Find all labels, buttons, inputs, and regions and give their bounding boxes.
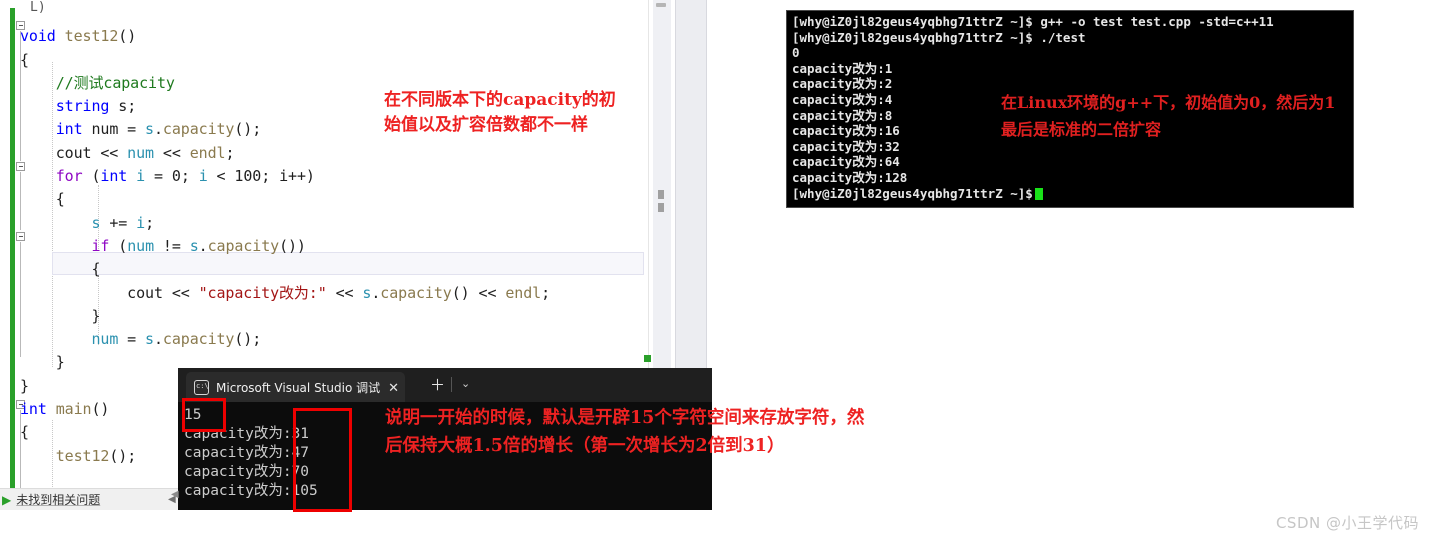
close-icon[interactable]: ✕: [388, 381, 399, 394]
code-line-9: s += i;: [91, 213, 154, 232]
editor-saved-marker: [644, 355, 651, 362]
terminal-line-10: capacity改为:64: [792, 154, 900, 170]
console-tab[interactable]: Microsoft Visual Studio 调试 ✕: [186, 372, 406, 402]
console-line-5: capacity改为:105: [184, 483, 318, 499]
terminal-line-3: 0: [792, 45, 800, 61]
terminal-prompt-line: [why@iZ0jl82geus4yqbhg71ttrZ ~]$: [787, 186, 1353, 202]
code-line-8: {: [20, 190, 65, 209]
editor-annotation: 在不同版本下的capacity的初 始值以及扩容倍数都不一样: [384, 90, 616, 135]
code-line-11: {: [20, 260, 101, 279]
code-line-14: num = s.capacity();: [91, 330, 262, 349]
terminal-line-2: [why@iZ0jl82geus4yqbhg71ttrZ ~]$ ./test: [792, 29, 1086, 45]
console-annotation: 说明一开始的时候，默认是开辟15个字符空间来存放字符，然 后保持大概1.5倍的增…: [385, 408, 865, 456]
editor-scroll-thumb[interactable]: [656, 3, 666, 7]
csdn-watermark: CSDN @小王学代码: [1275, 514, 1419, 532]
console-tab-strip[interactable]: Microsoft Visual Studio 调试 ✕ ＋ ⌄: [178, 368, 712, 402]
terminal-line-4: capacity改为:1: [792, 60, 893, 76]
terminal-cursor: [1034, 187, 1043, 200]
code-line-7: for (int i = 0; i < 100; i++): [55, 167, 315, 186]
code-line-1: void test12(): [20, 27, 137, 46]
editor-scroll-markers: [658, 190, 664, 216]
screenshot-root: L) void test12(){ //测试capacity string s;…: [0, 0, 1431, 541]
unsaved-changes-bar: [10, 8, 15, 500]
play-icon: ▶: [2, 492, 12, 507]
terminal-prompt: [why@iZ0jl82geus4yqbhg71ttrZ ~]$: [792, 185, 1033, 201]
console-scroll-left-icon[interactable]: ◀: [171, 489, 179, 500]
code-line-2: {: [20, 50, 29, 69]
console-tab-title: Microsoft Visual Studio 调试: [216, 380, 381, 395]
chevron-down-icon[interactable]: ⌄: [461, 379, 470, 390]
new-tab-icon[interactable]: ＋: [430, 378, 445, 393]
terminal-line-11: capacity改为:128: [792, 169, 908, 185]
console-line-4: capacity改为:70: [184, 464, 310, 480]
linux-terminal-window[interactable]: [why@iZ0jl82geus4yqbhg71ttrZ ~]$ g++ -o …: [786, 10, 1354, 208]
code-line-10: if (num != s.capacity()): [91, 236, 306, 255]
console-app-icon: [194, 379, 209, 395]
code-line-13: }: [20, 306, 101, 325]
tab-separator: [451, 377, 452, 392]
terminal-line-1: [why@iZ0jl82geus4yqbhg71ttrZ ~]$ g++ -o …: [792, 14, 1274, 29]
terminal-annotation: 在Linux环境的g++下，初始值为0，然后为1 最后是标准的二倍扩容: [1001, 93, 1336, 139]
status-bar-text: 未找到相关问题: [16, 493, 101, 507]
code-line-6: cout << num << endl;: [20, 143, 235, 162]
code-line-12: cout << "capacity改为:" << s.capacity() <<…: [20, 283, 550, 302]
